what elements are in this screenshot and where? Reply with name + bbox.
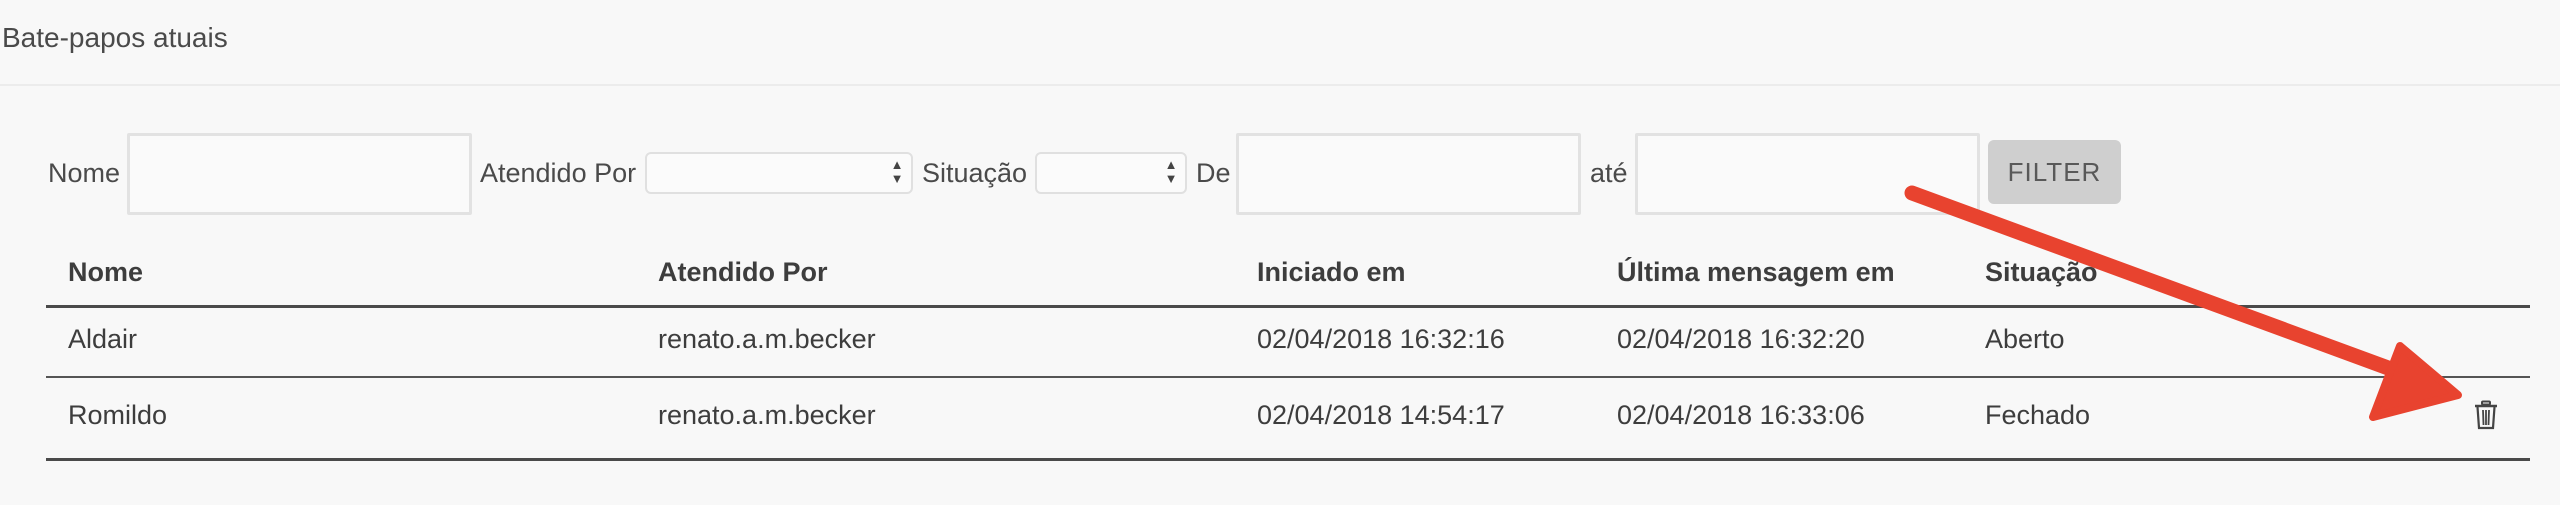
column-header-nome[interactable]: Nome bbox=[68, 257, 143, 288]
nome-filter-input[interactable] bbox=[127, 133, 472, 215]
atendido-filter-select[interactable]: ▲ ▼ bbox=[645, 152, 913, 194]
situacao-filter-select[interactable]: ▲ ▼ bbox=[1035, 152, 1187, 194]
chats-table: Nome Atendido Por Iniciado em Última men… bbox=[46, 245, 2530, 461]
atendido-filter-label: Atendido Por bbox=[480, 158, 637, 188]
filter-bar: Nome Atendido Por ▲ ▼ Situação ▲ ▼ De até … bbox=[0, 130, 2560, 220]
cell-iniciado: 02/04/2018 14:54:17 bbox=[1257, 400, 1505, 430]
filter-button[interactable]: FILTER bbox=[1988, 140, 2121, 204]
cell-iniciado: 02/04/2018 16:32:16 bbox=[1257, 324, 1505, 354]
table-row[interactable]: Romildo renato.a.m.becker 02/04/2018 14:… bbox=[46, 378, 2530, 461]
page-title: Bate-papos atuais bbox=[2, 22, 228, 53]
select-arrows-icon: ▲ ▼ bbox=[1164, 157, 1178, 186]
column-header-situacao[interactable]: Situação bbox=[1985, 257, 2098, 288]
column-header-ultima[interactable]: Última mensagem em bbox=[1617, 257, 1895, 288]
select-arrows-icon: ▲ ▼ bbox=[890, 157, 904, 186]
page: Bate-papos atuais Nome Atendido Por ▲ ▼ S… bbox=[0, 0, 2560, 505]
cell-atendido: renato.a.m.becker bbox=[658, 324, 876, 354]
cell-nome: Aldair bbox=[68, 324, 138, 354]
situacao-filter-label: Situação bbox=[922, 158, 1028, 188]
cell-nome: Romildo bbox=[68, 400, 168, 430]
cell-ultima: 02/04/2018 16:32:20 bbox=[1617, 324, 1865, 354]
ate-filter-label: até bbox=[1590, 158, 1628, 188]
column-header-atendido[interactable]: Atendido Por bbox=[658, 257, 828, 288]
table-header: Nome Atendido Por Iniciado em Última men… bbox=[46, 245, 2530, 308]
trash-icon[interactable] bbox=[2473, 400, 2499, 430]
table-row[interactable]: Aldair renato.a.m.becker 02/04/2018 16:3… bbox=[46, 308, 2530, 378]
de-date-input[interactable] bbox=[1236, 133, 1581, 215]
cell-situacao: Fechado bbox=[1985, 400, 2091, 430]
nome-filter-label: Nome bbox=[48, 158, 121, 188]
ate-date-input[interactable] bbox=[1635, 133, 1980, 215]
cell-situacao: Aberto bbox=[1985, 324, 2065, 354]
page-header: Bate-papos atuais bbox=[0, 0, 2560, 86]
column-header-iniciado[interactable]: Iniciado em bbox=[1257, 257, 1406, 288]
cell-atendido: renato.a.m.becker bbox=[658, 400, 876, 430]
cell-ultima: 02/04/2018 16:33:06 bbox=[1617, 400, 1865, 430]
de-filter-label: De bbox=[1196, 158, 1231, 188]
